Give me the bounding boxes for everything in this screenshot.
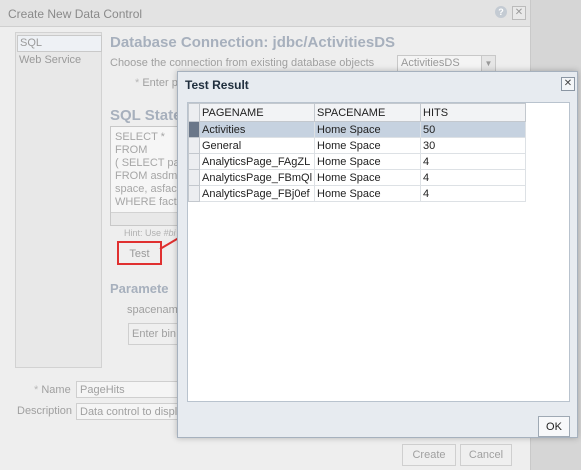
cell-hits: 4 — [420, 153, 527, 170]
enter-partial-label: * Enter p — [135, 77, 178, 89]
table-row[interactable]: General Home Space 30 — [188, 137, 527, 154]
name-label-text: Name — [41, 384, 71, 396]
choose-connection-text: Choose the connection from existing data… — [110, 57, 375, 69]
left-nav: SQL Web Service — [15, 32, 102, 368]
row-header-corner — [188, 103, 200, 122]
enter-partial-text: Enter p — [142, 77, 178, 89]
dialog-title: Create New Data Control — [8, 7, 143, 21]
row-header[interactable] — [188, 153, 200, 170]
required-star: * — [34, 384, 39, 396]
row-header[interactable] — [188, 169, 200, 186]
help-icon[interactable]: ? — [495, 6, 507, 18]
cell-spacename: Home Space — [314, 121, 422, 138]
chevron-down-icon[interactable]: ▼ — [481, 56, 495, 71]
name-label: * Name — [34, 384, 71, 396]
db-connection-heading: Database Connection: jdbc/ActivitiesDS — [110, 34, 396, 51]
close-icon[interactable]: ✕ — [512, 6, 526, 20]
cell-spacename: Home Space — [314, 153, 422, 170]
connection-select[interactable]: ActivitiesDS ▼ — [397, 55, 496, 72]
cell-hits: 4 — [420, 185, 527, 202]
description-input[interactable]: Data control to displa — [76, 403, 178, 420]
row-header[interactable] — [188, 185, 200, 202]
required-star: * — [135, 77, 140, 89]
row-header[interactable] — [188, 121, 200, 138]
table-row[interactable]: AnalyticsPage_FAgZL Home Space 4 — [188, 153, 527, 170]
name-input[interactable]: PageHits — [76, 381, 178, 398]
cell-pagename: AnalyticsPage_FBj0ef — [198, 185, 316, 202]
cell-spacename: Home Space — [314, 169, 422, 186]
table-row[interactable]: AnalyticsPage_FBmQl Home Space 4 — [188, 169, 527, 186]
parameters-heading: Paramete — [110, 281, 169, 296]
cell-pagename: AnalyticsPage_FAgZL — [198, 153, 316, 170]
cell-pagename: General — [198, 137, 316, 154]
cancel-button[interactable]: Cancel — [460, 444, 512, 466]
cell-pagename: AnalyticsPage_FBmQl — [198, 169, 316, 186]
cell-spacename: Home Space — [314, 185, 422, 202]
table-row[interactable]: AnalyticsPage_FBj0ef Home Space 4 — [188, 185, 527, 202]
column-header-hits[interactable]: HITS — [420, 103, 527, 122]
ok-button[interactable]: OK — [538, 416, 570, 437]
nav-item-web-service[interactable]: Web Service — [19, 54, 81, 66]
table-row[interactable]: Activities Home Space 50 — [188, 121, 527, 138]
sql-line: ( SELECT pag — [115, 157, 186, 169]
sql-line: FROM asdm — [115, 170, 178, 182]
result-table-panel: PAGENAME SPACENAME HITS Activities Home … — [187, 102, 570, 402]
create-button[interactable]: Create — [402, 444, 456, 466]
enter-bind-button[interactable]: Enter bin — [128, 323, 180, 345]
sql-line: space, asfac — [115, 183, 177, 195]
column-header-spacename[interactable]: SPACENAME — [314, 103, 422, 122]
sql-line: WHERE fact. — [115, 196, 180, 208]
cell-pagename: Activities — [198, 121, 316, 138]
row-header[interactable] — [188, 137, 200, 154]
test-result-dialog: Test Result ✕ PAGENAME SPACENAME HITS Ac… — [177, 71, 578, 438]
cell-hits: 50 — [420, 121, 527, 138]
cell-spacename: Home Space — [314, 137, 422, 154]
cell-hits: 4 — [420, 169, 527, 186]
close-icon[interactable]: ✕ — [561, 77, 575, 91]
dialog-title: Test Result — [185, 78, 249, 92]
nav-item-sql[interactable]: SQL — [17, 35, 102, 52]
connection-select-value: ActivitiesDS — [401, 57, 460, 69]
sql-line: FROM — [115, 144, 148, 156]
column-header-pagename[interactable]: PAGENAME — [198, 103, 316, 122]
sql-line: SELECT * — [115, 131, 165, 143]
description-label: Description — [17, 405, 73, 417]
table-header-row: PAGENAME SPACENAME HITS — [188, 103, 527, 122]
dialog-titlebar: Create New Data Control ? ✕ — [0, 0, 530, 27]
result-table: PAGENAME SPACENAME HITS Activities Home … — [188, 103, 527, 202]
param-label: spacename — [127, 304, 184, 316]
cell-hits: 30 — [420, 137, 527, 154]
